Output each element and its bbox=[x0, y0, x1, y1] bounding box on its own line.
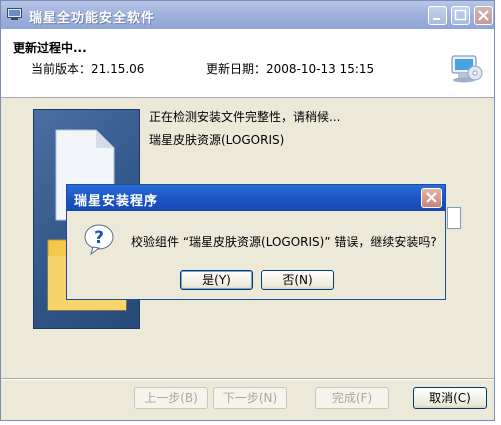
minimize-icon bbox=[433, 18, 440, 20]
footer-divider bbox=[1, 378, 494, 380]
update-date: 更新日期：2008-10-13 15:15 bbox=[206, 62, 375, 76]
close-button[interactable] bbox=[474, 6, 493, 25]
dialog-message: 校验组件 “瑞星皮肤资源(LOGORIS)” 错误，继续安装吗? bbox=[131, 235, 437, 249]
dialog-title: 瑞星安装程序 bbox=[74, 194, 159, 209]
dialog-titlebar[interactable]: 瑞星安装程序 bbox=[67, 185, 445, 211]
progress-bar bbox=[447, 207, 461, 229]
window-titlebar[interactable]: 瑞星全功能安全软件 bbox=[1, 1, 494, 30]
svg-text:?: ? bbox=[94, 228, 104, 248]
wizard-header: 更新过程中... 当前版本：21.15.06 更新日期：2008-10-13 1… bbox=[1, 29, 494, 98]
close-icon bbox=[478, 10, 489, 21]
current-item-label: 瑞星皮肤资源(LOGORIS) bbox=[149, 133, 285, 147]
cancel-button[interactable]: 取消(C) bbox=[413, 387, 487, 409]
current-version: 当前版本：21.15.06 bbox=[31, 62, 145, 76]
status-message: 正在检测安装文件完整性，请稍候... bbox=[149, 110, 341, 124]
yes-button[interactable]: 是(Y) bbox=[180, 270, 253, 290]
maximize-icon bbox=[454, 9, 467, 21]
computer-disc-icon bbox=[451, 55, 483, 83]
header-title: 更新过程中... bbox=[13, 41, 87, 55]
next-button[interactable]: 下一步(N) bbox=[213, 387, 287, 409]
question-icon: ? bbox=[84, 224, 114, 255]
dialog-close-button[interactable] bbox=[421, 188, 442, 208]
no-button[interactable]: 否(N) bbox=[261, 270, 334, 290]
app-icon bbox=[7, 8, 22, 20]
close-icon bbox=[426, 192, 437, 203]
back-button[interactable]: 上一步(B) bbox=[134, 387, 208, 409]
finish-button[interactable]: 完成(F) bbox=[315, 387, 389, 409]
minimize-button[interactable] bbox=[428, 6, 447, 25]
maximize-button[interactable] bbox=[451, 6, 470, 25]
window-title: 瑞星全功能安全软件 bbox=[29, 11, 156, 26]
confirm-dialog: 瑞星安装程序 ? 校验组件 “瑞星皮肤资源(LOGORIS)” 错误，继续安装吗… bbox=[66, 184, 446, 300]
